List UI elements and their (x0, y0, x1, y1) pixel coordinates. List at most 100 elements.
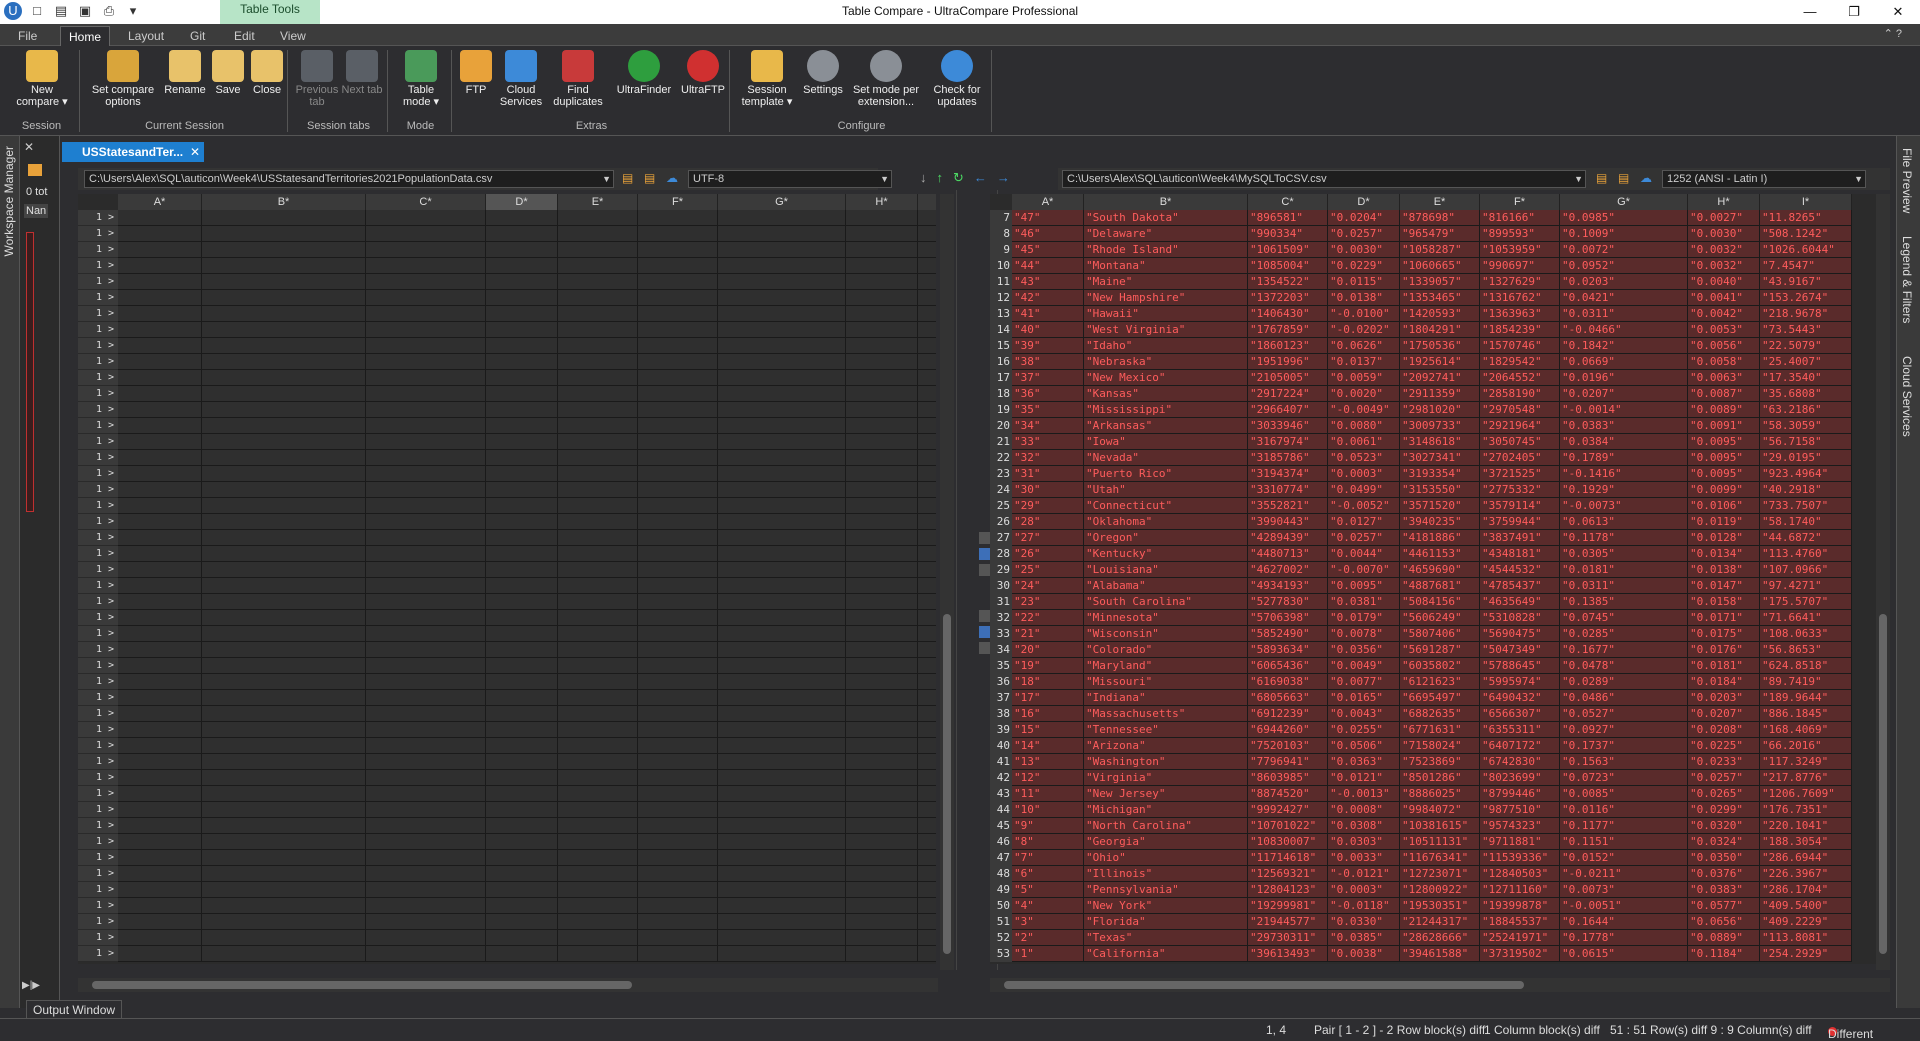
table-cell[interactable]: "0.0099" (1688, 482, 1760, 498)
table-cell[interactable]: "217.8776" (1760, 770, 1852, 786)
table-cell[interactable]: "Maryland" (1084, 658, 1248, 674)
table-cell[interactable] (118, 882, 202, 898)
table-cell[interactable] (202, 546, 366, 562)
table-row[interactable]: 1 > (78, 738, 936, 754)
right-vscroll-thumb[interactable] (1879, 614, 1887, 954)
table-cell[interactable] (558, 274, 638, 290)
table-cell[interactable] (202, 946, 366, 962)
table-cell[interactable]: "Louisiana" (1084, 562, 1248, 578)
table-row[interactable]: 48 "6" "Illinois" "12569321" "-0.0121" "12723… (990, 866, 1880, 882)
table-cell[interactable] (486, 418, 558, 434)
table-cell[interactable] (118, 274, 202, 290)
table-cell[interactable] (918, 338, 936, 354)
left-column-header[interactable]: I* (918, 194, 936, 210)
table-cell[interactable] (118, 834, 202, 850)
rename-button[interactable]: Rename (162, 50, 208, 96)
table-cell[interactable] (718, 930, 846, 946)
table-cell[interactable] (718, 546, 846, 562)
table-cell[interactable]: "Montana" (1084, 258, 1248, 274)
table-cell[interactable]: "-0.0014" (1560, 402, 1688, 418)
right-horizontal-scrollbar[interactable] (990, 978, 1890, 992)
table-cell[interactable] (918, 354, 936, 370)
table-cell[interactable] (558, 546, 638, 562)
table-cell[interactable]: "0.0041" (1688, 290, 1760, 306)
table-cell[interactable]: "2" (1012, 930, 1084, 946)
workspace-scroll-arrows[interactable]: ▶|▶ (22, 980, 40, 991)
table-cell[interactable] (558, 418, 638, 434)
table-cell[interactable]: "-0.0073" (1560, 498, 1688, 514)
table-cell[interactable] (718, 738, 846, 754)
table-cell[interactable]: "0.0128" (1688, 530, 1760, 546)
table-cell[interactable]: "Arizona" (1084, 738, 1248, 754)
table-cell[interactable]: "-0.0121" (1328, 866, 1400, 882)
table-cell[interactable] (846, 626, 918, 642)
right-column-header[interactable]: A* (1012, 194, 1084, 210)
table-cell[interactable]: "-0.0070" (1328, 562, 1400, 578)
table-cell[interactable] (118, 322, 202, 338)
table-cell[interactable]: "1570746" (1480, 338, 1560, 354)
table-cell[interactable] (718, 834, 846, 850)
table-mode-button[interactable]: Table mode ▾ (396, 50, 446, 108)
table-cell[interactable]: "0.0063" (1688, 370, 1760, 386)
table-cell[interactable]: "5" (1012, 882, 1084, 898)
table-row[interactable]: 1 > (78, 658, 936, 674)
table-cell[interactable]: "32" (1012, 450, 1084, 466)
table-cell[interactable] (718, 242, 846, 258)
table-cell[interactable]: "0.0077" (1328, 674, 1400, 690)
next-tab-button[interactable]: Next tab (340, 50, 384, 96)
table-cell[interactable]: "0.1644" (1560, 914, 1688, 930)
table-cell[interactable]: "220.1041" (1760, 818, 1852, 834)
table-cell[interactable]: "5310828" (1480, 610, 1560, 626)
table-row[interactable]: 1 > (78, 562, 936, 578)
table-cell[interactable] (558, 466, 638, 482)
table-row[interactable]: 7 "47" "South Dakota" "896581" "0.0204" "8786… (990, 210, 1880, 226)
table-cell[interactable] (202, 322, 366, 338)
table-cell[interactable] (486, 898, 558, 914)
table-cell[interactable] (846, 482, 918, 498)
table-row[interactable]: 23 "31" "Puerto Rico" "3194374" "0.0003" "319… (990, 466, 1880, 482)
table-row[interactable]: 1 > (78, 850, 936, 866)
table-cell[interactable]: "7523869" (1400, 754, 1480, 770)
table-row[interactable]: 42 "12" "Virginia" "8603985" "0.0121" "850128… (990, 770, 1880, 786)
table-cell[interactable]: "West Virginia" (1084, 322, 1248, 338)
table-cell[interactable] (486, 482, 558, 498)
table-cell[interactable]: "0.0421" (1560, 290, 1688, 306)
table-cell[interactable] (202, 482, 366, 498)
table-row[interactable]: 37 "17" "Indiana" "6805663" "0.0165" "6695497… (990, 690, 1880, 706)
table-cell[interactable]: "8" (1012, 834, 1084, 850)
table-row[interactable]: 1 > (78, 402, 936, 418)
table-cell[interactable] (846, 930, 918, 946)
table-cell[interactable] (718, 610, 846, 626)
table-cell[interactable] (558, 834, 638, 850)
table-row[interactable]: 1 > (78, 690, 936, 706)
table-cell[interactable] (202, 226, 366, 242)
table-cell[interactable] (846, 466, 918, 482)
table-cell[interactable] (638, 786, 718, 802)
table-cell[interactable] (558, 786, 638, 802)
table-cell[interactable] (718, 306, 846, 322)
table-cell[interactable] (486, 226, 558, 242)
table-cell[interactable]: "0.0181" (1688, 658, 1760, 674)
table-cell[interactable]: "0.0032" (1688, 258, 1760, 274)
table-cell[interactable] (202, 914, 366, 930)
table-cell[interactable] (846, 882, 918, 898)
table-cell[interactable] (202, 642, 366, 658)
table-cell[interactable]: "19530351" (1400, 898, 1480, 914)
table-cell[interactable] (486, 514, 558, 530)
table-cell[interactable]: "Kansas" (1084, 386, 1248, 402)
right-table-grid[interactable]: A* B* C* D* E* F* G* H* I* 7 "47" "South Dakota" "89… (990, 194, 1880, 964)
table-cell[interactable]: "3837491" (1480, 530, 1560, 546)
table-cell[interactable] (118, 674, 202, 690)
table-cell[interactable] (558, 802, 638, 818)
table-cell[interactable]: "0.0208" (1688, 722, 1760, 738)
table-cell[interactable] (366, 418, 486, 434)
table-cell[interactable] (366, 514, 486, 530)
table-cell[interactable]: "0.0196" (1560, 370, 1688, 386)
table-cell[interactable] (846, 850, 918, 866)
table-cell[interactable]: "43" (1012, 274, 1084, 290)
workspace-manager-strip[interactable]: Workspace Manager (0, 136, 20, 1008)
table-cell[interactable]: "0.0121" (1328, 770, 1400, 786)
table-row[interactable]: 1 > (78, 242, 936, 258)
table-cell[interactable]: "9984072" (1400, 802, 1480, 818)
table-cell[interactable] (202, 242, 366, 258)
